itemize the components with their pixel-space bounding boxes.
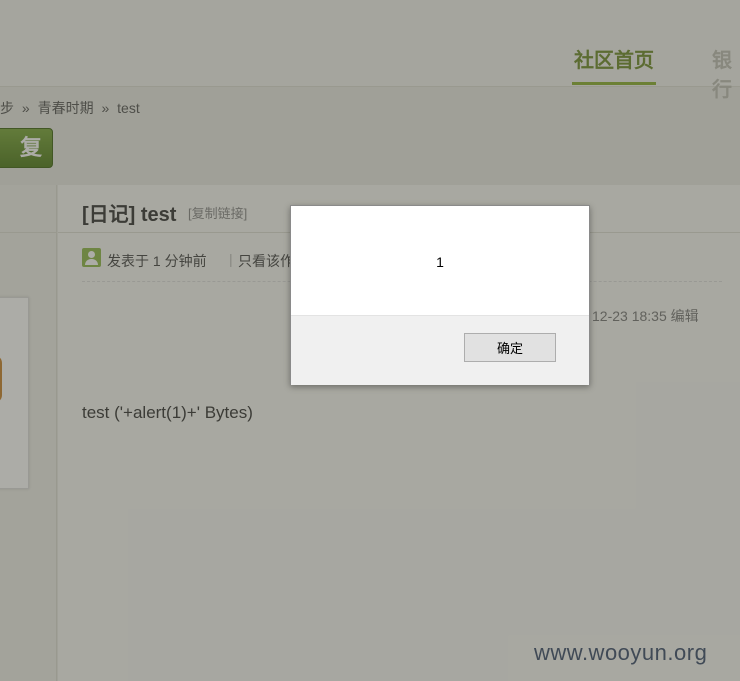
alert-dialog: 1 确定	[290, 205, 590, 385]
alert-footer: 确定	[291, 315, 589, 385]
watermark: www.wooyun.org	[534, 640, 708, 665]
alert-message: 1	[436, 254, 444, 270]
ok-button[interactable]: 确定	[464, 333, 556, 362]
